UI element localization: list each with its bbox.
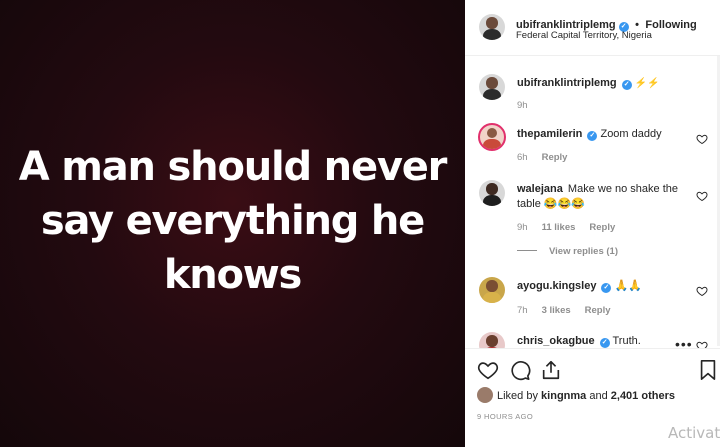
view-replies-button[interactable]: View replies (1) [517,246,618,257]
comment-like-heart-icon[interactable] [696,340,708,348]
liked-and: and [589,390,608,402]
following-button[interactable]: Following [645,19,696,31]
comment-username[interactable]: thepamilerin [517,128,582,140]
post-image[interactable]: A man should never say everything he kno… [0,0,465,447]
more-icon[interactable]: ••• [675,336,693,348]
comment-time: 6h [517,152,528,163]
comment-like-heart-icon[interactable] [696,285,708,297]
reply-button[interactable]: Reply [589,222,615,233]
commenter-avatar[interactable] [479,180,505,206]
comment-likes[interactable]: 11 likes [542,222,576,233]
commenter-avatar[interactable] [479,277,505,303]
liker-avatar[interactable] [477,387,493,403]
caption-text: ⚡⚡ [634,78,660,89]
activate-windows-watermark: Activate [668,424,720,442]
verified-icon: ✓ [621,80,632,90]
verified-icon: ✓ [587,131,598,141]
comment-username[interactable]: ayogu.kingsley [517,280,596,292]
caption-time: 9h [517,100,528,111]
location-link[interactable]: Federal Capital Territory, Nigeria [516,30,652,41]
bookmark-icon[interactable] [697,359,719,381]
comment-text: Truth. [612,335,641,347]
comment-like-heart-icon[interactable] [696,190,708,202]
post-image-text: A man should never say everything he kno… [18,143,448,298]
post-timestamp: 9 HOURS AGO [477,412,534,421]
comment-like-heart-icon[interactable] [696,133,708,145]
comment-likes[interactable]: 3 likes [542,305,571,316]
comment-time: 7h [517,305,528,316]
commenter-avatar[interactable] [479,332,505,348]
heart-icon[interactable] [477,359,499,381]
reply-button[interactable]: Reply [585,305,611,316]
comment-username[interactable]: chris_okagbue [517,335,595,347]
comment-username[interactable]: walejana [517,183,563,195]
likes-others-link[interactable]: 2,401 others [611,390,675,402]
verified-icon: ✓ [601,283,612,293]
comment-time: 9h [517,222,528,233]
post-side-panel: ubifranklintriplemg ✓ • Following Federal… [465,0,720,447]
comment-text: 🙏🙏 [614,280,642,292]
likes-summary: Liked by kingnma and 2,401 others [477,387,675,403]
reply-button[interactable]: Reply [542,152,568,163]
liked-by-prefix: Liked by [497,390,538,402]
post-header: ubifranklintriplemg ✓ • Following Federal… [465,0,720,56]
caption-username[interactable]: ubifranklintriplemg [517,77,617,89]
view-replies-label: View replies (1) [549,246,618,257]
liker-username[interactable]: kingnma [541,390,586,402]
author-avatar[interactable] [479,14,505,40]
comment-icon[interactable] [509,359,531,381]
caption-avatar[interactable] [479,74,505,100]
comment-text: Zoom daddy [600,128,662,140]
comments-list[interactable]: ubifranklintriplemg ✓ ⚡⚡ 9h thepamilerin ✓… [465,56,720,348]
commenter-avatar[interactable] [478,123,506,151]
share-icon[interactable] [540,359,562,381]
verified-icon: ✓ [599,338,610,348]
